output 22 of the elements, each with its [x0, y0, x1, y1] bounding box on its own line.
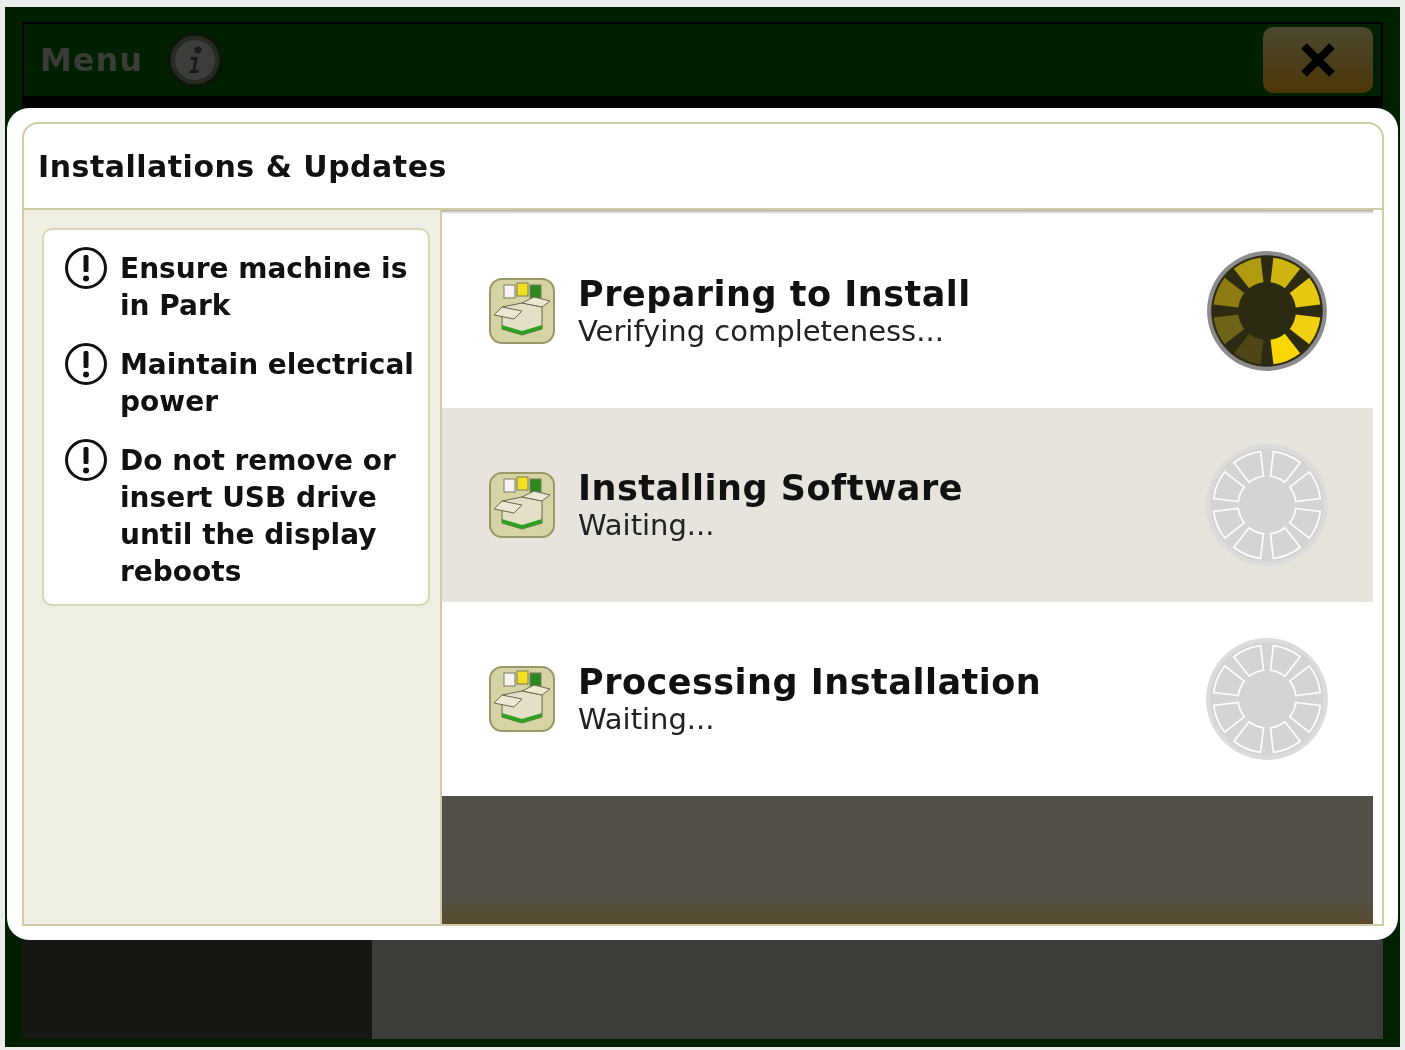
step-title: Installing Software [578, 468, 964, 508]
step-title: Preparing to Install [578, 274, 972, 314]
idle-spinner-icon [1205, 637, 1329, 761]
package-icon [488, 471, 556, 539]
package-icon [488, 277, 556, 345]
step-status: Waiting... [578, 702, 716, 736]
step-status: Verifying completeness... [578, 314, 945, 348]
close-button[interactable] [1263, 27, 1373, 93]
package-icon [488, 665, 556, 733]
idle-spinner-icon [1205, 443, 1329, 567]
notice-text: Do not remove or insert USB drive until the display reboots [120, 443, 397, 590]
warning-icon [64, 246, 108, 290]
menu-title: Menu [40, 41, 144, 79]
dialog-title: Installations & Updates [38, 148, 447, 184]
step-status: Waiting... [578, 508, 716, 542]
notice-text: Ensure machine is in Park [120, 251, 409, 324]
notice-text: Maintain electrical power [120, 347, 415, 420]
warning-icon [64, 438, 108, 482]
step-title: Processing Installation [578, 662, 1043, 702]
progress-spinner-icon [1205, 249, 1329, 373]
info-icon[interactable] [167, 32, 224, 88]
warning-icon [64, 342, 108, 386]
